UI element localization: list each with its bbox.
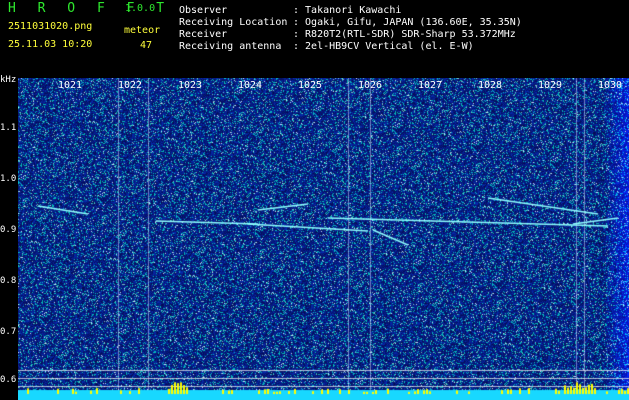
- header-panel: H R O F F T 1.0.0 2511031020.png 25.11.0…: [0, 0, 629, 74]
- minute-label: 1027: [418, 80, 443, 91]
- minute-label: 1028: [478, 80, 503, 91]
- axis-tick-label: 0.6: [0, 375, 17, 385]
- axis-unit: kHz: [0, 75, 17, 85]
- receiver-value: : R820T2(RTL-SDR) SDR-Sharp 53.372MHz: [293, 29, 516, 40]
- location-key: Receiving Location: [179, 17, 288, 28]
- app-version: 1.0.0: [125, 3, 156, 14]
- meteor-label: meteor: [124, 25, 161, 36]
- axis-tick-label: 0.9: [0, 225, 17, 235]
- frequency-axis: kHz 1.1 1.0 0.9 0.8 0.7 0.6: [0, 74, 18, 400]
- location-value: : Ogaki, Gifu, JAPAN (136.60E, 35.35N): [293, 17, 522, 28]
- axis-tick-label: 1.0: [0, 174, 17, 184]
- minute-label: 1022: [118, 80, 143, 91]
- observer-value: : Takanori Kawachi: [293, 5, 402, 16]
- antenna-value: : 2el-HB9CV Vertical (el. E-W): [293, 41, 474, 52]
- axis-tick-label: 0.7: [0, 327, 17, 337]
- minute-label: 1026: [358, 80, 383, 91]
- minute-label: 1023: [178, 80, 203, 91]
- meteor-count: 47: [140, 40, 153, 51]
- file-name: 2511031020.png: [8, 21, 93, 32]
- minute-label: 1025: [298, 80, 323, 91]
- minute-label: 1029: [538, 80, 563, 91]
- spectrogram-canvas: [18, 78, 629, 400]
- minute-label: 1024: [238, 80, 263, 91]
- minute-label: 1030: [598, 80, 623, 91]
- antenna-key: Receiving antenna: [179, 41, 282, 52]
- observer-key: Observer: [179, 5, 228, 16]
- minute-label: 1021: [58, 80, 83, 91]
- axis-tick-label: 1.1: [0, 123, 17, 133]
- receiver-key: Receiver: [179, 29, 228, 40]
- spectrogram-area: [18, 78, 629, 400]
- date-time: 25.11.03 10:20: [8, 39, 93, 50]
- axis-tick-label: 0.8: [0, 276, 17, 286]
